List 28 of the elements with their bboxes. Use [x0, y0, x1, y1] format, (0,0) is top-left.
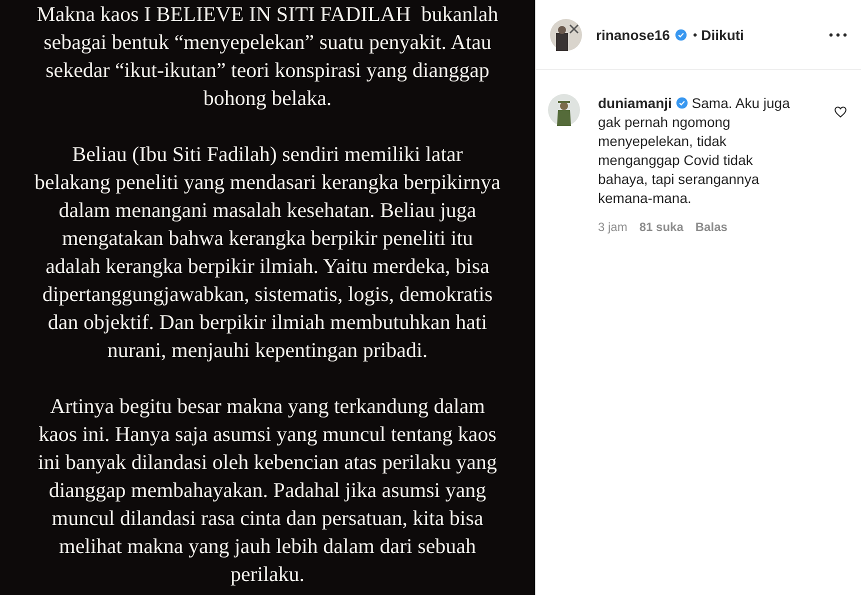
post-text-line: nurani, menjauhi kepentingan pribadi. [106, 337, 429, 364]
post-text-line: dipertanggungjawabkan, sistematis, logis, demokratis [41, 281, 494, 308]
post-text-line: perilaku. [229, 561, 306, 588]
post-text-line: ini banyak dilandasi oleh kebencian atas perilaku yang [37, 449, 498, 476]
more-options-icon[interactable] [829, 32, 847, 36]
post-text-line: belakang peneliti yang mendasari kerangka berpikirnya [34, 169, 502, 196]
follow-status[interactable]: Diikuti [701, 26, 744, 42]
post-text-line: adalah kerangka berpikir ilmiah. Yaitu merdeka, bisa [44, 253, 490, 280]
username[interactable]: rinanose16 [596, 26, 670, 42]
avatar-icon[interactable] [548, 94, 580, 126]
post-text-line: bohong belaka. [202, 85, 333, 112]
comment-time: 3 jam [598, 220, 628, 234]
heart-icon[interactable] [834, 106, 847, 118]
post-text-line: sebagai bentuk “menyepelekan” suatu penyakit. Atau [42, 29, 492, 56]
post-text-line: melihat makna yang jauh lebih dalam dari sebuah [58, 533, 477, 560]
post-text-line: mengatakan bahwa kerangka berpikir peneliti itu [60, 225, 474, 252]
post-text-line: Beliau (Ibu Siti Fadilah) sendiri memiliki latar [71, 141, 464, 168]
post-text-line: dalam menangani masalah kesehatan. Beliau juga [58, 197, 478, 224]
post-text-line: dianggap membahayakan. Padahal jika asumsi yang [48, 477, 488, 504]
avatar-icon[interactable] [550, 18, 582, 50]
post-text-line: Makna kaos I BELIEVE IN SITI FADILAH bukanlah [36, 1, 500, 28]
post-text-line: Artinya begitu besar makna yang terkandung dalam [48, 393, 486, 420]
post-text-line: sekedar “ikut-ikutan” teori konspirasi yang dianggap [44, 57, 490, 84]
separator: • [692, 28, 698, 42]
comment-text: duniamanji Sama. Aku juga gak pernah ngomong menyepelekan, tidak menganggap Covid tidak bahaya, tapi serangannya kemana-mana. [598, 94, 791, 208]
post-text-line: muncul dilandasi rasa cinta dan persatuan, kita bisa [50, 505, 484, 532]
post-text-line: kaos ini. Hanya saja asumsi yang muncul tentang kaos [38, 421, 498, 448]
post-text-line: dan objektif. Dan berpikir ilmiah membutuhkan hati [46, 309, 488, 336]
